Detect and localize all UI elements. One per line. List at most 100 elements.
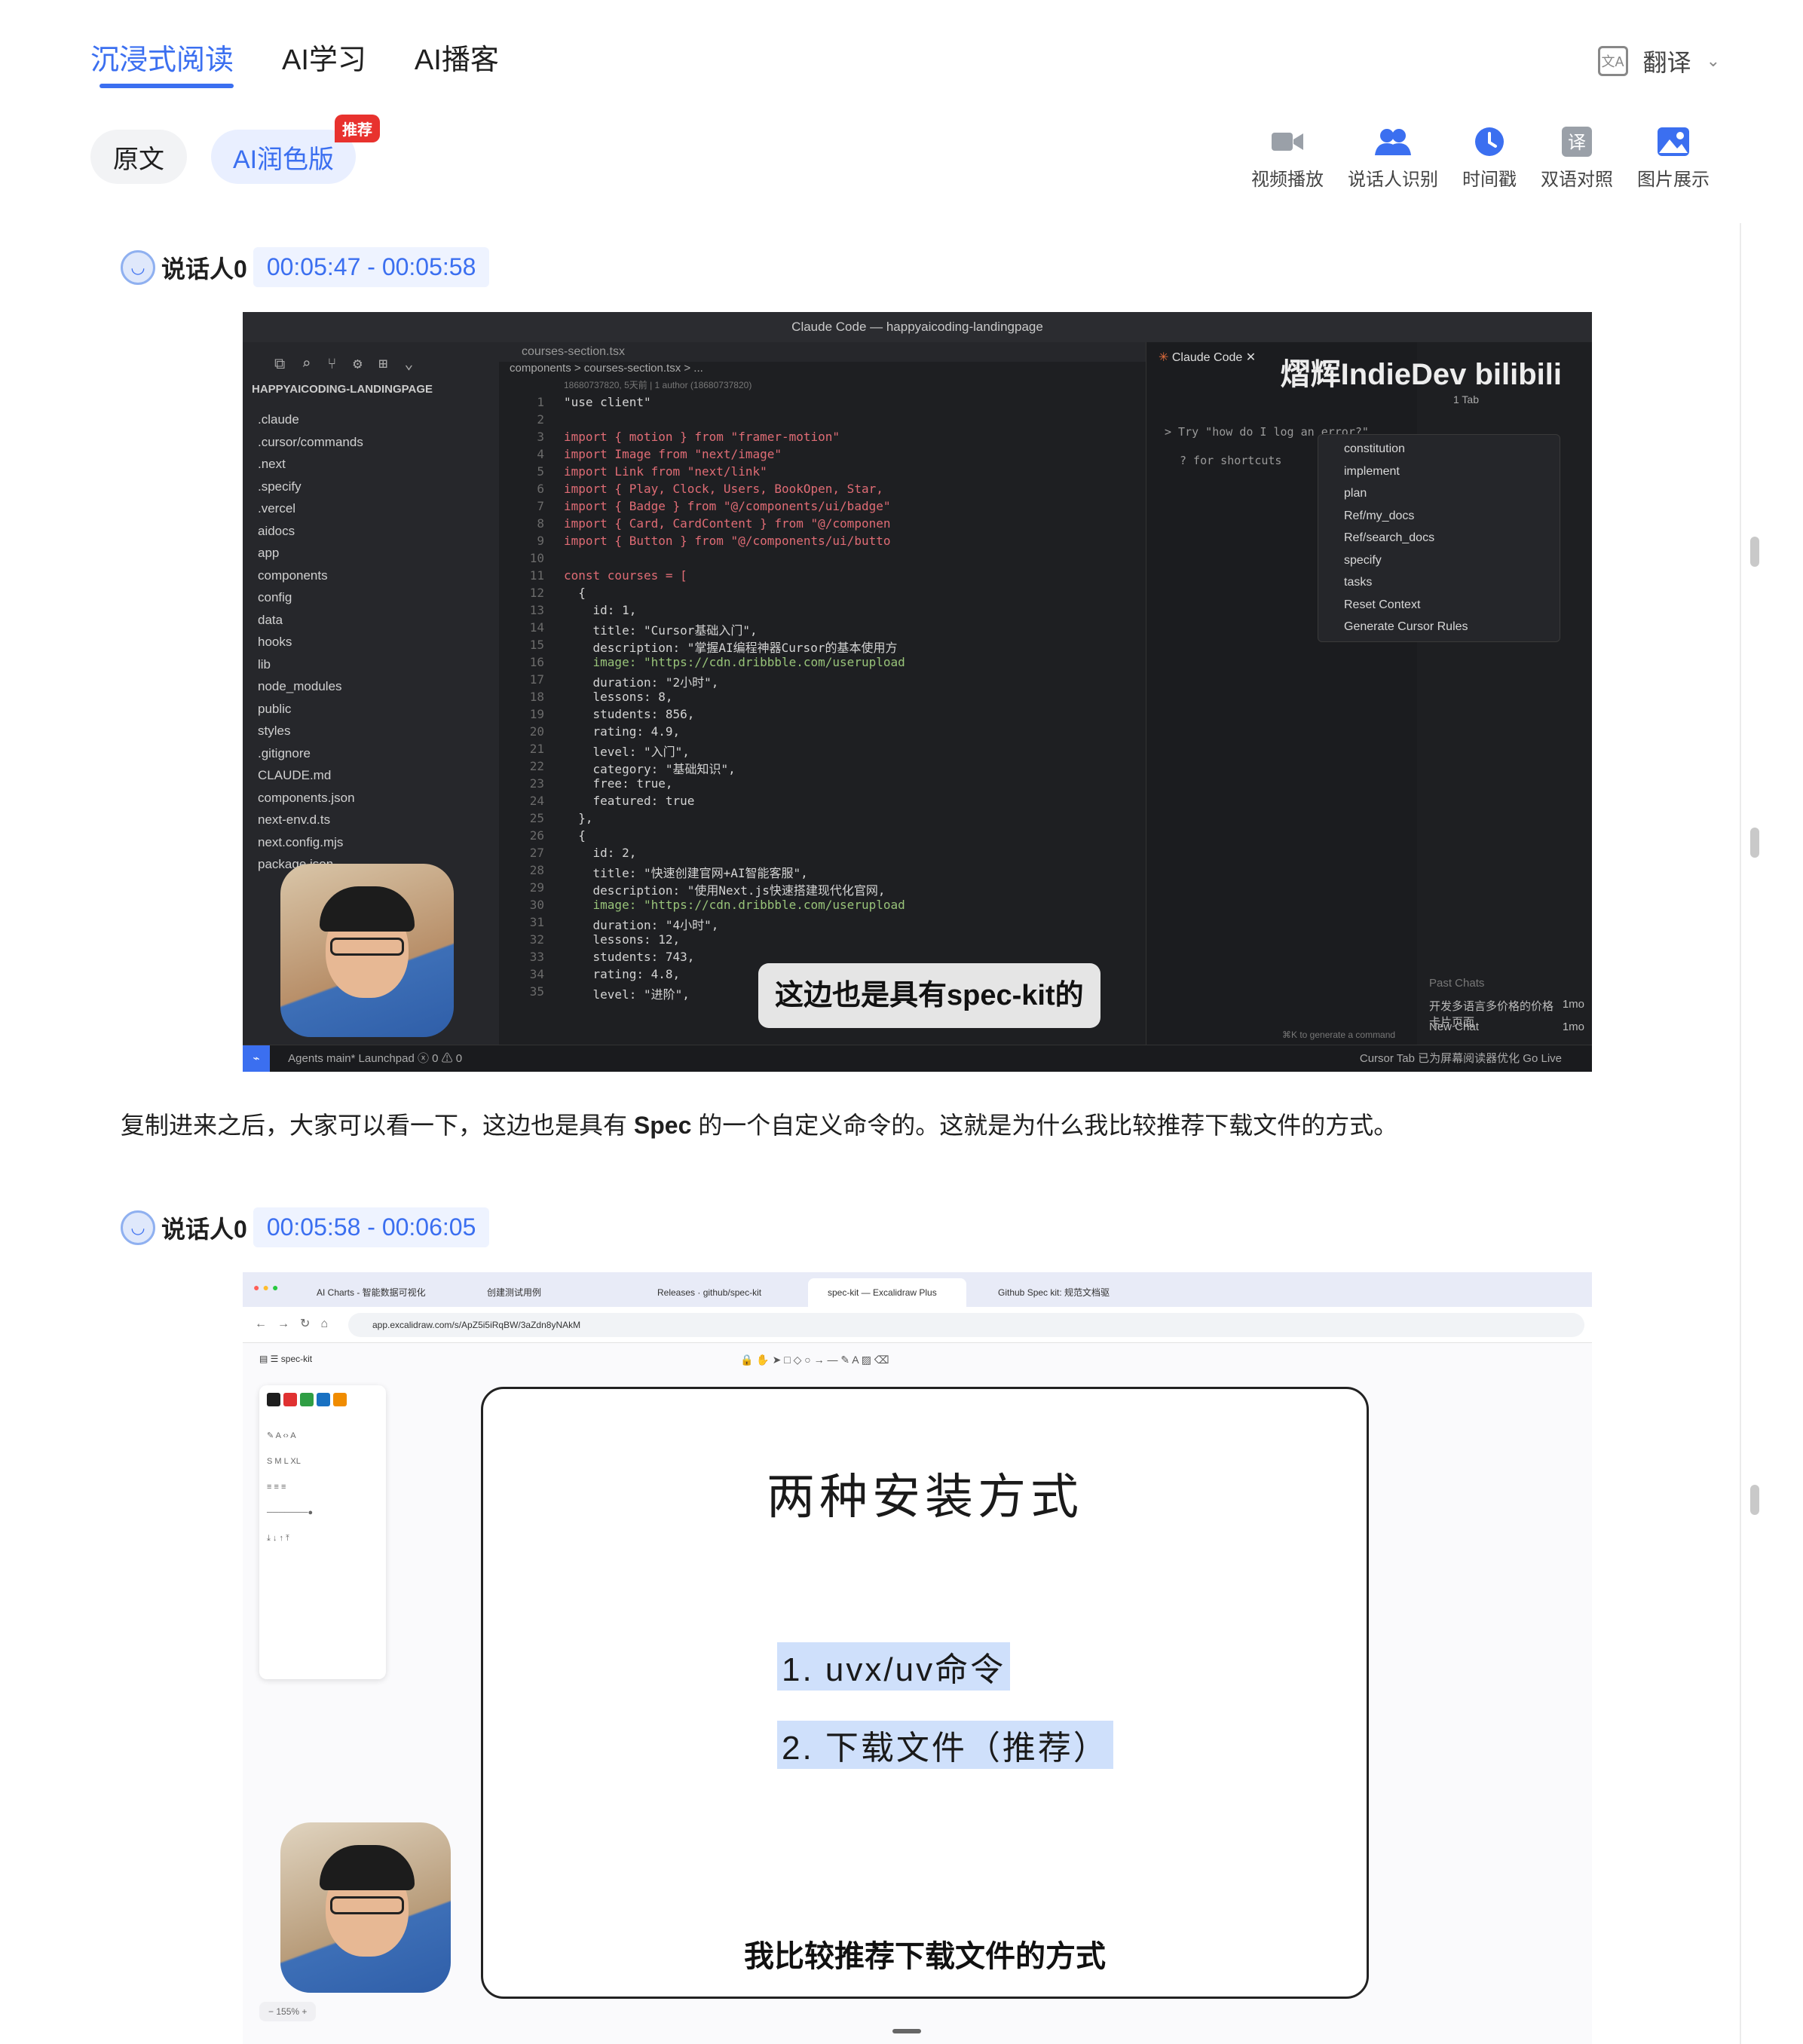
- file-tree-item[interactable]: .cursor/commands: [258, 431, 363, 454]
- translate-dropdown[interactable]: 文A 翻译 ⌄: [1597, 44, 1720, 78]
- ai-polished-label: AI润色版: [232, 145, 335, 174]
- line-number: 25: [529, 811, 544, 825]
- browser-tabs: ●●● AI Charts - 智能数据可视化 创建测试用例 Releases · …: [243, 1272, 1592, 1307]
- tab-ai-podcast[interactable]: AI播客: [415, 36, 499, 88]
- line-number: 31: [529, 915, 544, 929]
- browser-tab[interactable]: AI Charts - 智能数据可视化: [297, 1278, 455, 1307]
- file-tree-item[interactable]: .vercel: [258, 497, 363, 520]
- browser-tab[interactable]: spec-kit — Excalidraw Plus: [808, 1278, 966, 1307]
- file-tree-item[interactable]: next.config.mjs: [258, 831, 363, 854]
- code-line: students: 743,: [564, 950, 695, 964]
- scrollbar-marker[interactable]: [1750, 537, 1759, 567]
- stroke-colors[interactable]: [267, 1393, 347, 1406]
- code-line: rating: 4.8,: [564, 967, 681, 981]
- line-number: 6: [537, 482, 544, 496]
- window-controls: ●●●: [253, 1281, 282, 1293]
- code-line: {: [564, 586, 586, 600]
- video-frame-screenshot[interactable]: Claude Code — happyaicoding-landingpage …: [243, 312, 1592, 1072]
- file-tree-item[interactable]: next-env.d.ts: [258, 809, 363, 831]
- browser-tab[interactable]: Github Spec kit: 规范文档驱: [978, 1278, 1137, 1307]
- file-tree-item[interactable]: node_modules: [258, 675, 363, 698]
- watermark: 熠辉IndieDev bilibili: [1281, 350, 1562, 393]
- command-menu-item[interactable]: Reset Context: [1318, 594, 1560, 617]
- address-bar: ←→↻⌂ app.excalidraw.com/s/ApZ5i5iRqBW/3a…: [243, 1307, 1592, 1343]
- nav-buttons[interactable]: ←→↻⌂: [255, 1316, 338, 1331]
- file-tree-item[interactable]: config: [258, 586, 363, 609]
- file-tree-item[interactable]: .gitignore: [258, 742, 363, 765]
- editor-tab[interactable]: courses-section.tsx: [499, 342, 1146, 362]
- file-name: ▤ ☰ spec-kit: [259, 1354, 313, 1364]
- past-chat-title: New Chat: [1429, 1020, 1479, 1033]
- chat-tab[interactable]: ✳ Claude Code ✕: [1159, 350, 1256, 365]
- line-number: 3: [537, 430, 544, 444]
- transcript-paragraph: 复制进来之后，大家可以看一下，这边也是具有 Spec 的一个自定义命令的。这就是…: [121, 1106, 1673, 1141]
- scrollbar-marker[interactable]: [1750, 1485, 1759, 1515]
- drag-handle[interactable]: [892, 2029, 921, 2033]
- line-number: 34: [529, 967, 544, 981]
- command-menu-item[interactable]: constitution: [1318, 438, 1560, 461]
- chat-tab-label: Claude Code: [1171, 351, 1243, 364]
- file-tree-item[interactable]: styles: [258, 720, 363, 742]
- url-input[interactable]: app.excalidraw.com/s/ApZ5i5iRqBW/3aZdn8y…: [348, 1313, 1584, 1337]
- command-menu-item[interactable]: Ref/search_docs: [1318, 527, 1560, 549]
- scrollbar-track[interactable]: [1740, 223, 1770, 2044]
- code-line: free: true,: [564, 776, 673, 791]
- tab-ai-learning[interactable]: AI学习: [282, 36, 366, 88]
- code-line: lessons: 12,: [564, 932, 681, 947]
- browser-tab[interactable]: 创建测试用例: [467, 1278, 626, 1307]
- original-text-button[interactable]: 原文: [90, 130, 187, 184]
- file-tree-item[interactable]: .specify: [258, 476, 363, 498]
- code-line: title: "Cursor基础入门",: [564, 623, 758, 638]
- excalidraw-toolbar[interactable]: 🔒 ✋ ➤ □ ◇ ○ → — ✎ A ▨ ⌫: [740, 1343, 889, 1376]
- file-tree-item[interactable]: app: [258, 542, 363, 565]
- command-menu-item[interactable]: tasks: [1318, 571, 1560, 594]
- speaker-name: 说话人0: [161, 255, 247, 283]
- command-menu-item[interactable]: Generate Cursor Rules: [1318, 616, 1560, 638]
- file-tree-item[interactable]: .claude: [258, 408, 363, 431]
- bilingual-button[interactable]: 译 双语对照: [1541, 125, 1613, 191]
- whiteboard-slide: 两种安装方式 1. uvx/uv命令 2. 下载文件（推荐） 我比较推荐下载文件…: [481, 1387, 1369, 1999]
- code-line: level: "入门",: [564, 745, 690, 759]
- command-menu-item[interactable]: specify: [1318, 549, 1560, 572]
- command-menu-item[interactable]: implement: [1318, 461, 1560, 483]
- file-tree-item[interactable]: components: [258, 565, 363, 587]
- browser-tab[interactable]: Releases · github/spec-kit: [638, 1278, 796, 1307]
- code-line: featured: true: [564, 794, 695, 808]
- timestamp-button[interactable]: 时间戳: [1462, 125, 1517, 191]
- past-chats-label: Past Chats: [1429, 977, 1485, 990]
- past-chat-item[interactable]: New Chat 1mo: [1429, 1020, 1584, 1033]
- ai-polished-button[interactable]: AI润色版 推荐: [211, 115, 380, 184]
- file-tree-item[interactable]: .next: [258, 453, 363, 476]
- speaker-recognition-button[interactable]: 说话人识别: [1348, 125, 1438, 191]
- speaker-avatar-icon: ◡: [121, 249, 155, 285]
- video-subtitle: 我比较推荐下载文件的方式: [744, 1940, 1106, 1973]
- image-display-button[interactable]: 图片展示: [1637, 125, 1710, 191]
- image-display-label: 图片展示: [1637, 170, 1710, 190]
- timestamp-range[interactable]: 00:05:47 - 00:05:58: [253, 247, 490, 287]
- line-number: 29: [529, 880, 544, 895]
- command-menu-item[interactable]: plan: [1318, 482, 1560, 505]
- video-play-button[interactable]: 视频播放: [1251, 125, 1324, 191]
- file-tree-item[interactable]: aidocs: [258, 520, 363, 543]
- code-line: import { Card, CardContent } from "@/com…: [564, 516, 891, 531]
- line-number: 30: [529, 898, 544, 912]
- past-chat-age: 1mo: [1562, 1020, 1584, 1033]
- file-tree-item[interactable]: CLAUDE.md: [258, 764, 363, 787]
- code-line: title: "快速创建官网+AI智能客服",: [564, 866, 808, 880]
- code-line: import Link from "next/link": [564, 464, 767, 479]
- tab-immersive-reading[interactable]: 沉浸式阅读: [90, 36, 234, 88]
- command-menu-item[interactable]: Ref/my_docs: [1318, 505, 1560, 528]
- panel-options[interactable]: ✎ A ‹› AS M L XL ≡ ≡ ≡ ───────● ⤓ ↓ ↑ ⤒: [267, 1423, 378, 1551]
- file-tree-item[interactable]: components.json: [258, 787, 363, 809]
- command-menu: constitution implement plan Ref/my_docs Ref/…: [1318, 434, 1560, 642]
- file-tree-item[interactable]: data: [258, 609, 363, 632]
- scrollbar-marker[interactable]: [1750, 828, 1759, 858]
- timestamp-range[interactable]: 00:05:58 - 00:06:05: [253, 1207, 490, 1247]
- line-number: 20: [529, 724, 544, 739]
- file-tree-item[interactable]: hooks: [258, 631, 363, 653]
- file-tree-item[interactable]: public: [258, 698, 363, 721]
- file-tree-item[interactable]: lib: [258, 653, 363, 676]
- zoom-control[interactable]: − 155% +: [259, 2002, 317, 2021]
- file-name-text: spec-kit: [280, 1354, 313, 1364]
- video-frame-screenshot[interactable]: ●●● AI Charts - 智能数据可视化 创建测试用例 Releases · …: [243, 1272, 1592, 2044]
